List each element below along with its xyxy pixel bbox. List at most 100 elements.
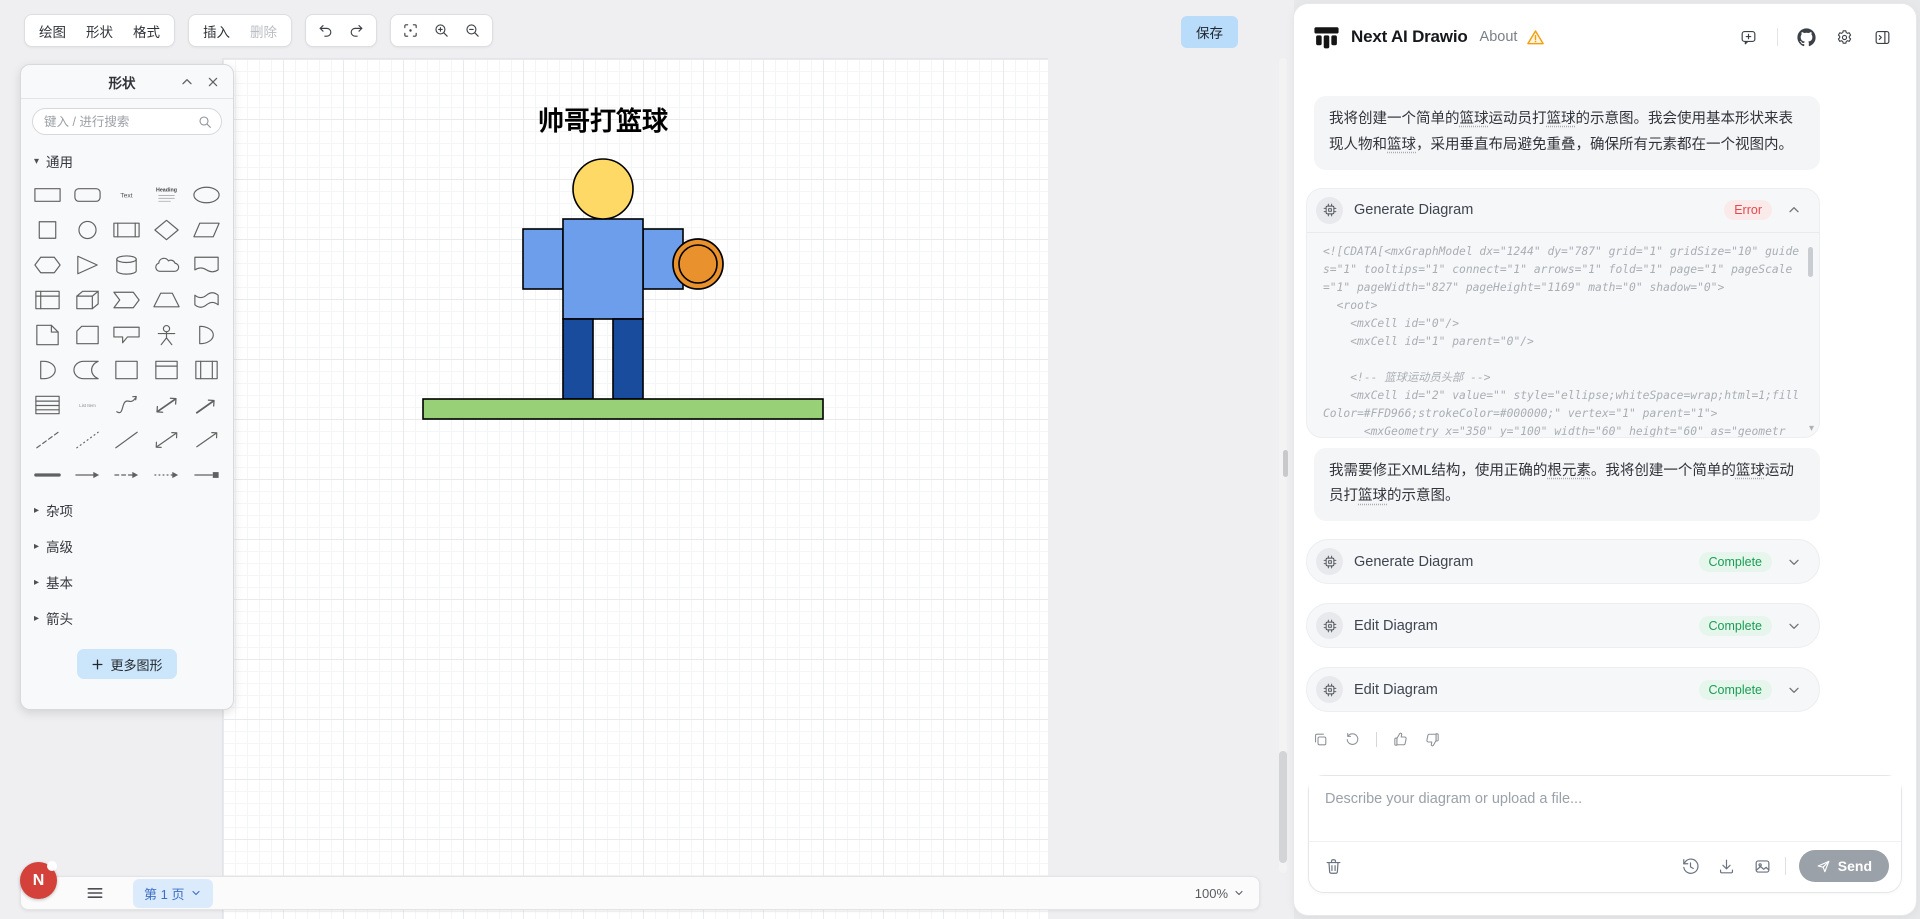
trash-icon[interactable] — [1324, 857, 1343, 876]
shape-arrow-with-box[interactable] — [186, 457, 226, 492]
shape-hexagon[interactable] — [28, 247, 68, 282]
close-icon[interactable] — [205, 74, 221, 90]
shape-directional-connector[interactable] — [186, 422, 226, 457]
undo-icon[interactable] — [310, 18, 341, 44]
shape-heading[interactable]: Heading — [147, 177, 187, 212]
user-avatar[interactable]: N — [20, 861, 57, 899]
shape-container[interactable] — [107, 352, 147, 387]
shape-cylinder[interactable] — [107, 247, 147, 282]
shape-cube[interactable] — [68, 282, 108, 317]
insert-button[interactable]: 插入 — [193, 18, 240, 44]
collapse-panel-icon[interactable] — [179, 74, 195, 90]
section-misc[interactable]: ▸ 杂项 — [21, 492, 233, 528]
shape-data-storage[interactable] — [68, 352, 108, 387]
shape-cloud[interactable] — [147, 247, 187, 282]
cpu-icon — [1316, 676, 1343, 704]
shape-ellipse[interactable] — [186, 177, 226, 212]
chevron-down-icon[interactable] — [1786, 618, 1802, 634]
shape-list[interactable] — [28, 387, 68, 422]
shape-circle[interactable] — [68, 212, 108, 247]
tool-card-header[interactable]: Edit Diagram Complete — [1307, 668, 1819, 711]
shape-line[interactable] — [107, 422, 147, 457]
retry-icon[interactable] — [1344, 731, 1361, 748]
shape-menu-button[interactable]: 形状 — [76, 18, 123, 44]
chevron-down-icon[interactable] — [1786, 554, 1802, 570]
thumb-up-icon[interactable] — [1392, 731, 1409, 748]
chevron-down-icon[interactable] — [1786, 682, 1802, 698]
more-shapes-button[interactable]: 更多图形 — [77, 649, 177, 679]
history-icon[interactable] — [1681, 857, 1700, 876]
section-arrows[interactable]: ▸ 箭头 — [21, 600, 233, 636]
zoom-out-icon[interactable] — [457, 18, 488, 44]
shape-arrow[interactable] — [186, 387, 226, 422]
tool-card-header[interactable]: Edit Diagram Complete — [1307, 604, 1819, 647]
download-icon[interactable] — [1717, 857, 1736, 876]
shape-horizontal-container[interactable] — [186, 352, 226, 387]
chat-message-list[interactable]: 我将创建一个简单的篮球运动员打篮球的示意图。我会使用基本形状来表现人物和篮球，采… — [1294, 70, 1916, 767]
shape-vertical-container[interactable] — [147, 352, 187, 387]
shape-trapezoid[interactable] — [147, 282, 187, 317]
tool-output[interactable]: <![CDATA[<mxGraphModel dx="1244" dy="787… — [1307, 231, 1819, 437]
shape-simple-arrow[interactable] — [68, 457, 108, 492]
shape-tape[interactable] — [186, 282, 226, 317]
shape-card[interactable] — [68, 317, 108, 352]
settings-icon[interactable] — [1835, 28, 1854, 47]
section-general[interactable]: ▾ 通用 — [21, 144, 233, 174]
fit-view-icon[interactable] — [395, 18, 426, 44]
shape-text[interactable]: Text — [107, 177, 147, 212]
shape-dotted-line[interactable] — [68, 422, 108, 457]
draw-menu-button[interactable]: 绘图 — [29, 18, 76, 44]
shape-document[interactable] — [186, 247, 226, 282]
shape-list-item[interactable]: List Item — [68, 387, 108, 422]
thumb-down-icon[interactable] — [1424, 731, 1441, 748]
shape-parallelogram[interactable] — [186, 212, 226, 247]
tool-card-header[interactable]: Generate Diagram Complete — [1307, 540, 1819, 583]
canvas-page[interactable]: 帅哥打篮球 — [222, 58, 1048, 919]
shape-callout[interactable] — [107, 317, 147, 352]
zoom-in-icon[interactable] — [426, 18, 457, 44]
shape-and[interactable] — [28, 352, 68, 387]
page-tab[interactable]: 第 1 页 — [133, 878, 214, 908]
zoom-level-control[interactable]: 100% — [1195, 886, 1245, 901]
shape-or[interactable] — [186, 317, 226, 352]
shape-process[interactable] — [107, 212, 147, 247]
shape-actor[interactable] — [147, 317, 187, 352]
shape-rectangle[interactable] — [28, 177, 68, 212]
section-advanced[interactable]: ▸ 高级 — [21, 528, 233, 564]
feedback-icon[interactable] — [1739, 28, 1758, 47]
github-icon[interactable] — [1797, 27, 1816, 47]
shape-rounded-rectangle[interactable] — [68, 177, 108, 212]
shape-dashed-line[interactable] — [28, 422, 68, 457]
panel-resize-handle[interactable] — [1283, 450, 1288, 477]
chat-input[interactable] — [1309, 776, 1901, 836]
chevron-up-icon[interactable] — [1786, 202, 1802, 218]
save-button[interactable]: 保存 — [1181, 16, 1238, 48]
shape-bidirectional-arrow[interactable] — [147, 387, 187, 422]
delete-button[interactable]: 删除 — [240, 18, 287, 44]
shape-dashed-arrow[interactable] — [107, 457, 147, 492]
shape-internal-storage[interactable] — [28, 282, 68, 317]
shape-link[interactable] — [28, 457, 68, 492]
collapse-panel-icon[interactable] — [1873, 28, 1892, 47]
scrollbar-thumb[interactable] — [1808, 246, 1813, 277]
image-icon[interactable] — [1753, 857, 1772, 876]
redo-icon[interactable] — [341, 18, 372, 44]
about-link[interactable]: About — [1480, 29, 1518, 45]
shape-dotted-arrow[interactable] — [147, 457, 187, 492]
shape-curve[interactable] — [107, 387, 147, 422]
warning-icon[interactable] — [1526, 28, 1545, 47]
send-button[interactable]: Send — [1798, 850, 1889, 882]
shape-search-input[interactable] — [32, 108, 222, 135]
scrollbar-thumb[interactable] — [1279, 751, 1287, 863]
copy-icon[interactable] — [1312, 731, 1329, 748]
shape-diamond[interactable] — [147, 212, 187, 247]
shape-bidirectional-connector[interactable] — [147, 422, 187, 457]
pages-menu-icon[interactable] — [85, 883, 105, 903]
shape-triangle[interactable] — [68, 247, 108, 282]
shape-square[interactable] — [28, 212, 68, 247]
format-menu-button[interactable]: 格式 — [123, 18, 170, 44]
tool-card-header[interactable]: Generate Diagram Error — [1307, 189, 1819, 232]
shape-note[interactable] — [28, 317, 68, 352]
shape-step[interactable] — [107, 282, 147, 317]
section-basic[interactable]: ▸ 基本 — [21, 564, 233, 600]
